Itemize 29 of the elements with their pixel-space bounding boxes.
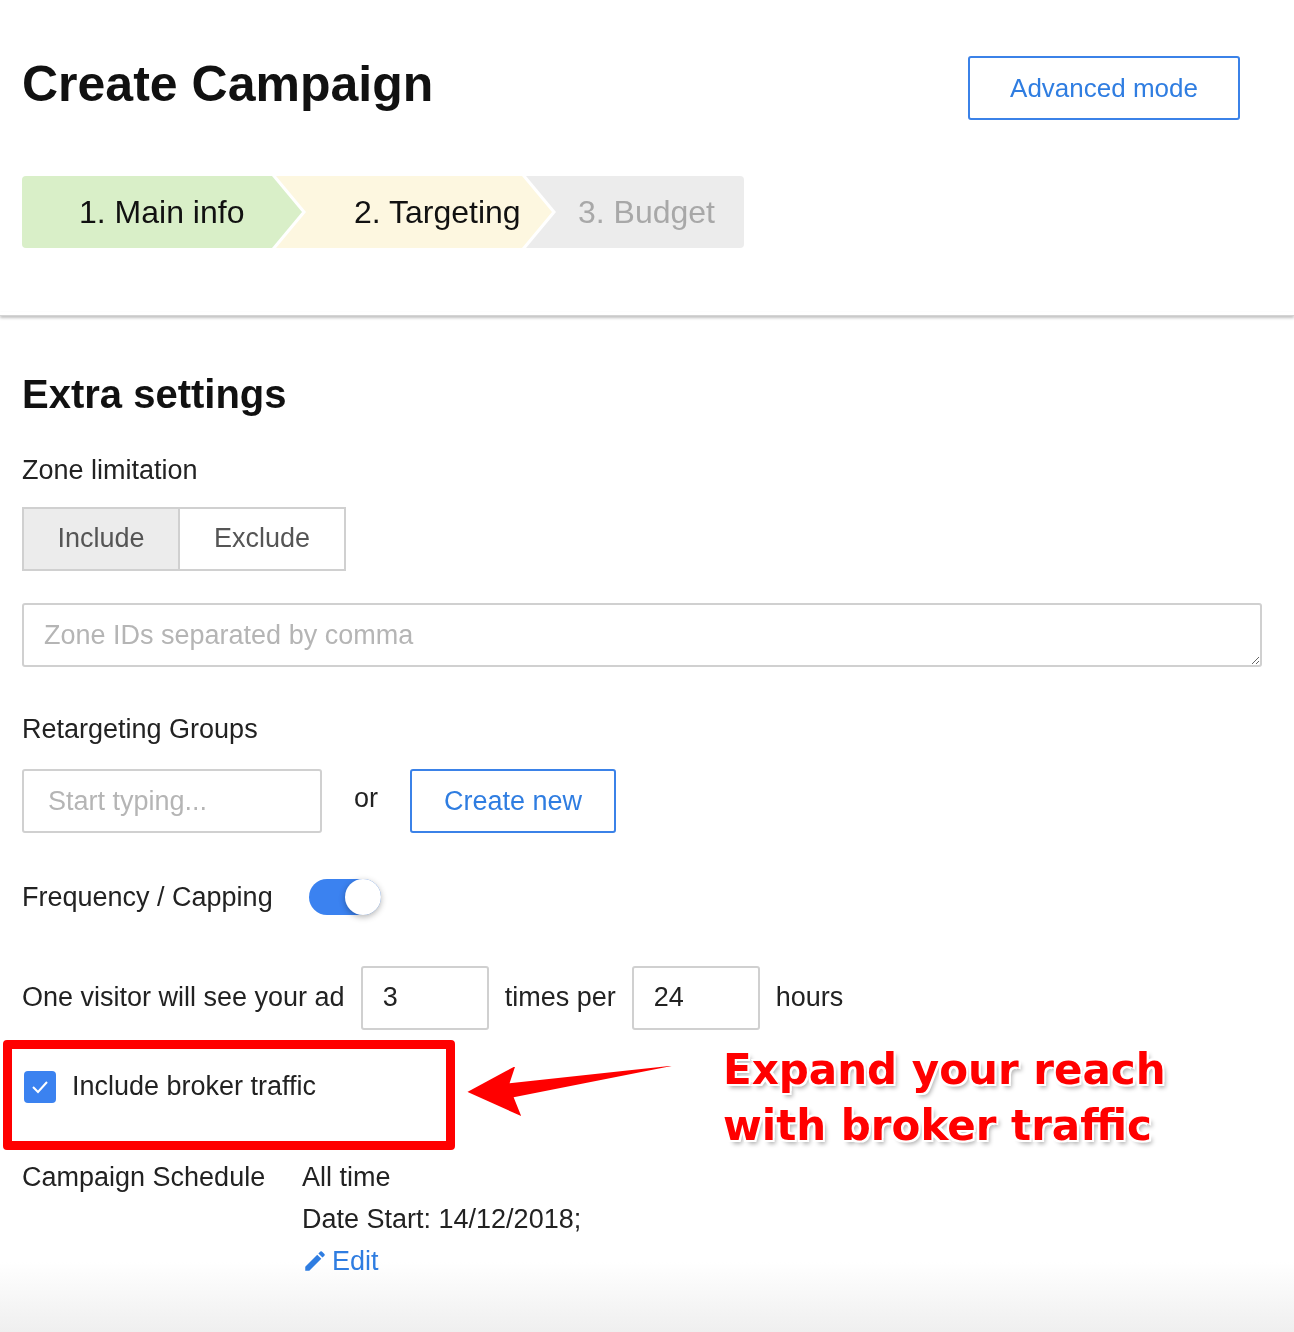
- checkbox-label: Include broker traffic: [72, 1070, 317, 1104]
- segment-option[interactable]: Exclude: [180, 506, 346, 571]
- hours-field[interactable]: 24: [631, 965, 760, 1030]
- edit-link[interactable]: Edit: [302, 1239, 582, 1282]
- checkbox[interactable]: [24, 1070, 56, 1103]
- step-tab[interactable]: 1. Main info: [22, 176, 302, 248]
- advanced-mode-button[interactable]: Advanced mode: [968, 56, 1240, 120]
- schedule-value: All time: [302, 1160, 392, 1194]
- retargeting-field[interactable]: Start typing...: [22, 769, 322, 833]
- field-label: Zone limitation: [22, 454, 199, 487]
- page-title: Create Campaign: [22, 55, 434, 114]
- field-label: Retargeting Groups: [22, 712, 259, 746]
- zone-ids-field[interactable]: Zone IDs separated by comma: [22, 602, 1262, 667]
- capping-text: hours: [775, 981, 844, 1015]
- field-label: Campaign Schedule: [22, 1160, 267, 1194]
- segment-option[interactable]: Include: [22, 506, 180, 571]
- create-new-button[interactable]: Create new: [410, 769, 616, 833]
- capping-text: times per: [504, 981, 616, 1015]
- field-label: Frequency / Capping: [22, 881, 273, 914]
- section-title: Extra settings: [22, 371, 288, 418]
- annotation-text: with broker traffic: [723, 1099, 1153, 1152]
- schedule-date: Date Start: 14/12/2018;: [302, 1202, 582, 1236]
- or-label: or: [354, 781, 378, 815]
- check-icon: [31, 1079, 49, 1094]
- times-field[interactable]: 3: [360, 965, 489, 1030]
- capping-text: One visitor will see your ad: [22, 981, 345, 1015]
- annotation-text: Expand your reach: [723, 1043, 1166, 1096]
- toggle-switch[interactable]: [308, 879, 381, 916]
- step-tab[interactable]: 2. Targeting: [276, 176, 552, 248]
